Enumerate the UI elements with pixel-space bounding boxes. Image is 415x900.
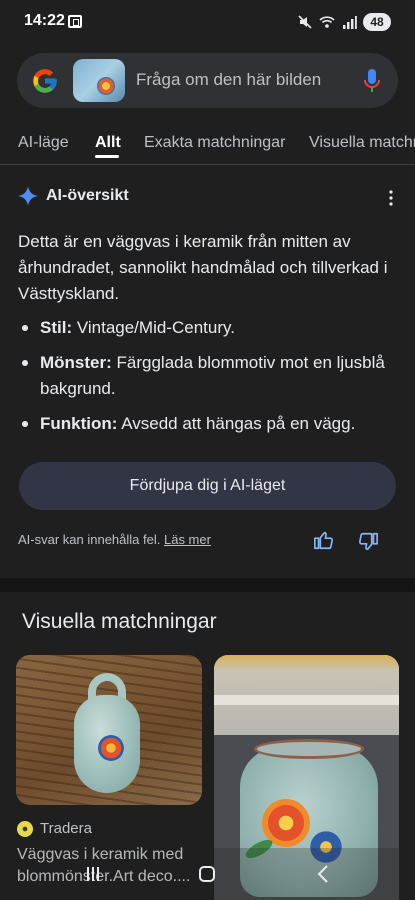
thumbnail-flower: [97, 77, 115, 95]
google-g-icon: [33, 69, 57, 93]
thumb-up-icon[interactable]: [313, 529, 335, 551]
search-input[interactable]: Fråga om den här bilden: [136, 70, 321, 90]
mute-icon: [298, 15, 312, 29]
bullet-label: Funktion:: [40, 414, 118, 433]
bullet-style: Stil: Vintage/Mid-Century.: [20, 315, 400, 341]
active-tab-indicator: [95, 155, 119, 158]
section-separator: [0, 578, 415, 592]
ai-disclaimer: AI-svar kan innehålla fel. Läs mer: [18, 532, 211, 547]
tab-all[interactable]: Allt: [95, 134, 121, 152]
ai-overview-header: AI-översikt: [18, 186, 129, 206]
ai-overview-bullets: Stil: Vintage/Mid-Century. Mönster: Färg…: [20, 315, 400, 446]
search-image-thumbnail[interactable]: [73, 59, 125, 102]
signal-icon: [343, 16, 357, 29]
ai-overview-summary: Detta är en väggvas i keramik från mitte…: [18, 232, 388, 303]
tabs-divider: [0, 164, 415, 165]
system-nav-bar: [0, 848, 415, 900]
tradera-logo-icon: [17, 820, 33, 837]
bullet-pattern: Mönster: Färgglada blommotiv mot en ljus…: [20, 350, 400, 402]
vase-flower-motif: [98, 735, 124, 761]
more-vert-icon[interactable]: [389, 190, 393, 206]
bullet-function: Funktion: Avsedd att hängas på en vägg.: [20, 411, 400, 437]
visual-matches-title: Visuella matchningar: [22, 610, 217, 633]
shelf: [214, 695, 399, 705]
search-bar[interactable]: Fråga om den här bilden: [17, 53, 398, 108]
wifi-icon: [319, 16, 335, 28]
match-card-image[interactable]: [16, 655, 202, 805]
search-tabs: AI-läge Allt Exakta matchningar Visuella…: [0, 120, 415, 164]
status-time: 14:22: [24, 12, 65, 29]
bullet-label: Mönster:: [40, 353, 112, 372]
status-icons: 48: [297, 13, 391, 31]
bullet-text: Vintage/Mid-Century.: [72, 318, 235, 337]
bullet-label: Stil:: [40, 318, 73, 337]
thumb-down-icon[interactable]: [357, 531, 379, 553]
sparkle-icon: [18, 186, 38, 206]
tab-exact-matches[interactable]: Exakta matchningar: [144, 134, 285, 152]
mic-icon[interactable]: [364, 68, 380, 94]
source-name: Tradera: [40, 820, 92, 837]
screenshot-icon: [68, 15, 82, 28]
tab-ai-mode[interactable]: AI-läge: [18, 134, 69, 152]
back-icon[interactable]: [316, 865, 330, 883]
disclaimer-text: AI-svar kan innehålla fel.: [18, 532, 161, 547]
deep-dive-ai-mode-button[interactable]: Fördjupa dig i AI-läget: [19, 462, 396, 510]
bullet-text: Avsedd att hängas på en vägg.: [117, 414, 356, 433]
status-bar: 14:22 48: [0, 0, 415, 44]
learn-more-link[interactable]: Läs mer: [164, 532, 211, 547]
jar-rim: [254, 739, 364, 759]
battery-indicator: 48: [363, 13, 391, 31]
match-source[interactable]: Tradera: [17, 820, 92, 837]
recent-apps-icon[interactable]: [86, 866, 100, 882]
tab-visual-matches[interactable]: Visuella matchningar: [309, 134, 415, 152]
ai-overview-title: AI-översikt: [46, 187, 129, 204]
home-icon[interactable]: [199, 866, 215, 882]
